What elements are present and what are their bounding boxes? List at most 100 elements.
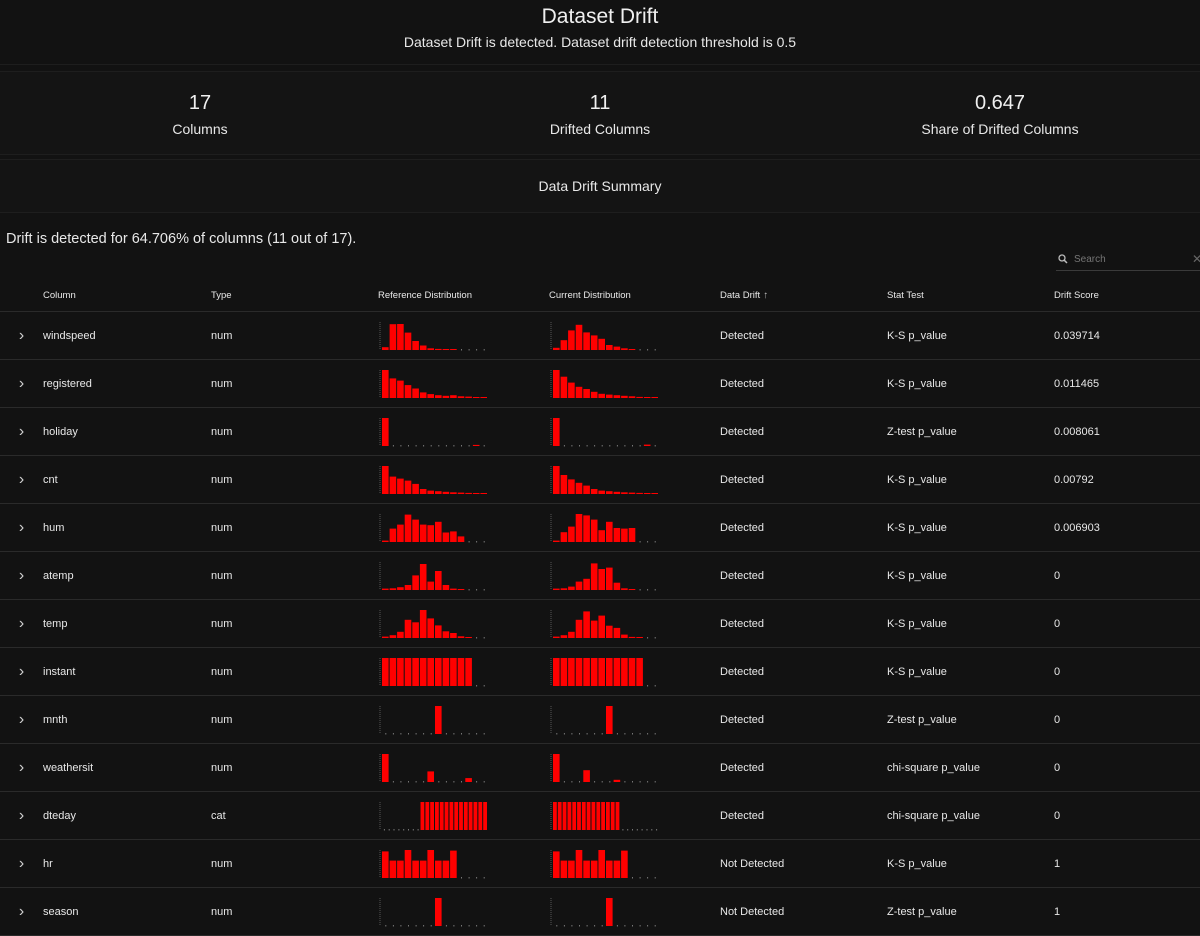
chevron-right-icon[interactable]: ›	[19, 807, 24, 824]
distribution-tick	[654, 444, 656, 446]
type-cell: num	[211, 503, 378, 552]
distribution-bar	[397, 380, 404, 398]
distribution-bar	[621, 850, 628, 878]
distribution-bar	[442, 584, 450, 590]
distribution-bar	[575, 581, 583, 590]
distribution-bar	[621, 528, 628, 542]
distribution-bar	[553, 347, 560, 350]
expand-cell[interactable]: ›	[0, 647, 43, 696]
header-column[interactable]: Column	[43, 279, 211, 312]
header-reference-distribution[interactable]: Reference Distribution	[378, 279, 549, 312]
header-current-distribution[interactable]: Current Distribution	[549, 279, 720, 312]
distribution-bar	[560, 376, 568, 398]
distribution-tick	[563, 732, 565, 734]
search-box[interactable]: ✕	[1056, 252, 1200, 271]
table-row[interactable]: › temp num Detected K-S p_value 0	[0, 599, 1200, 648]
distribution-tick	[461, 876, 462, 878]
chevron-right-icon[interactable]: ›	[19, 471, 24, 488]
chevron-right-icon[interactable]: ›	[19, 567, 24, 584]
table-row[interactable]: › windspeed num Detected K-S p_value 0.039714	[0, 311, 1200, 360]
distribution-bar	[435, 521, 442, 542]
distribution-bar	[606, 490, 613, 494]
data-drift-cell: Detected	[720, 455, 887, 504]
chevron-right-icon[interactable]: ›	[19, 663, 24, 680]
distribution-tick	[483, 780, 485, 782]
table-row[interactable]: › cnt num Detected K-S p_value 0.00792	[0, 455, 1200, 504]
expand-cell[interactable]: ›	[0, 743, 43, 792]
type-cell: num	[211, 311, 378, 360]
header-data-drift[interactable]: Data Drift ↑	[720, 279, 887, 312]
distribution-tick	[430, 444, 432, 446]
distribution-tick	[476, 540, 478, 542]
expand-cell[interactable]: ›	[0, 551, 43, 600]
close-icon[interactable]: ✕	[1192, 252, 1200, 266]
distribution-bar	[583, 610, 590, 638]
distribution-bar	[427, 347, 434, 350]
distribution-bar	[636, 396, 643, 398]
table-row[interactable]: › hr num Not Detected K-S p_value 1	[0, 839, 1200, 888]
distribution-bar	[404, 619, 412, 638]
chevron-right-icon[interactable]: ›	[19, 903, 24, 920]
distribution-bar	[591, 801, 596, 830]
distribution-tick	[654, 780, 656, 782]
table-row[interactable]: › instant num Detected K-S p_value 0	[0, 647, 1200, 696]
drift-score-cell: 1	[1054, 839, 1200, 888]
data-drift-cell: Detected	[720, 359, 887, 408]
expand-cell[interactable]: ›	[0, 839, 43, 888]
header-drift-score[interactable]: Drift Score	[1054, 279, 1200, 312]
table-row[interactable]: › registered num Detected K-S p_value 0.01146…	[0, 359, 1200, 408]
distribution-tick	[622, 828, 624, 830]
chevron-right-icon[interactable]: ›	[19, 855, 24, 872]
distribution-tick	[483, 588, 485, 590]
expand-cell[interactable]: ›	[0, 695, 43, 744]
expand-cell[interactable]: ›	[0, 359, 43, 408]
distribution-tick	[438, 444, 440, 446]
distribution-tick	[647, 732, 649, 734]
distribution-bar	[435, 897, 442, 926]
search-icon	[1058, 254, 1068, 267]
chevron-right-icon[interactable]: ›	[19, 375, 24, 392]
chevron-right-icon[interactable]: ›	[19, 615, 24, 632]
expand-cell[interactable]: ›	[0, 407, 43, 456]
expand-cell[interactable]: ›	[0, 311, 43, 360]
distribution-bar	[457, 635, 465, 638]
expand-cell[interactable]: ›	[0, 887, 43, 936]
type-cell: num	[211, 647, 378, 696]
table-row[interactable]: › season num Not Detected Z-test p_value 1	[0, 887, 1200, 936]
chevron-right-icon[interactable]: ›	[19, 327, 24, 344]
distribution-bar	[562, 801, 567, 830]
expand-cell[interactable]: ›	[0, 503, 43, 552]
chevron-right-icon[interactable]: ›	[19, 759, 24, 776]
chevron-right-icon[interactable]: ›	[19, 519, 24, 536]
distribution-bar	[442, 630, 450, 638]
table-row[interactable]: › holiday num Detected Z-test p_value 0.00806…	[0, 407, 1200, 456]
expand-cell[interactable]: ›	[0, 791, 43, 840]
distribution-bar	[382, 850, 389, 878]
table-row[interactable]: › dteday cat Detected chi-square p_value 0	[0, 791, 1200, 840]
table-row[interactable]: › atemp num Detected K-S p_value 0	[0, 551, 1200, 600]
distribution-bar	[583, 578, 590, 590]
distribution-bar	[568, 478, 575, 494]
header-type[interactable]: Type	[211, 279, 378, 312]
distribution-bar	[583, 514, 590, 542]
table-row[interactable]: › weathersit num Detected chi-square p_value…	[0, 743, 1200, 792]
distribution-tick	[415, 924, 417, 926]
distribution-tick	[636, 828, 638, 830]
chevron-right-icon[interactable]: ›	[19, 711, 24, 728]
distribution-tick	[571, 444, 573, 446]
expand-cell[interactable]: ›	[0, 455, 43, 504]
table-row[interactable]: › hum num Detected K-S p_value 0.006903	[0, 503, 1200, 552]
table-row[interactable]: › mnth num Detected Z-test p_value 0	[0, 695, 1200, 744]
reference-distribution-cell	[378, 455, 549, 504]
search-input[interactable]	[1072, 253, 1186, 266]
expand-cell[interactable]: ›	[0, 599, 43, 648]
distribution-bar	[412, 860, 419, 878]
distribution-bar	[598, 849, 605, 878]
chevron-right-icon[interactable]: ›	[19, 423, 24, 440]
distribution-bar	[389, 377, 397, 398]
distribution-bar	[575, 657, 583, 686]
drift-score-cell: 0.006903	[1054, 503, 1200, 552]
distribution-tick	[624, 780, 626, 782]
header-stat-test[interactable]: Stat Test	[887, 279, 1054, 312]
distribution-bar	[606, 394, 613, 398]
